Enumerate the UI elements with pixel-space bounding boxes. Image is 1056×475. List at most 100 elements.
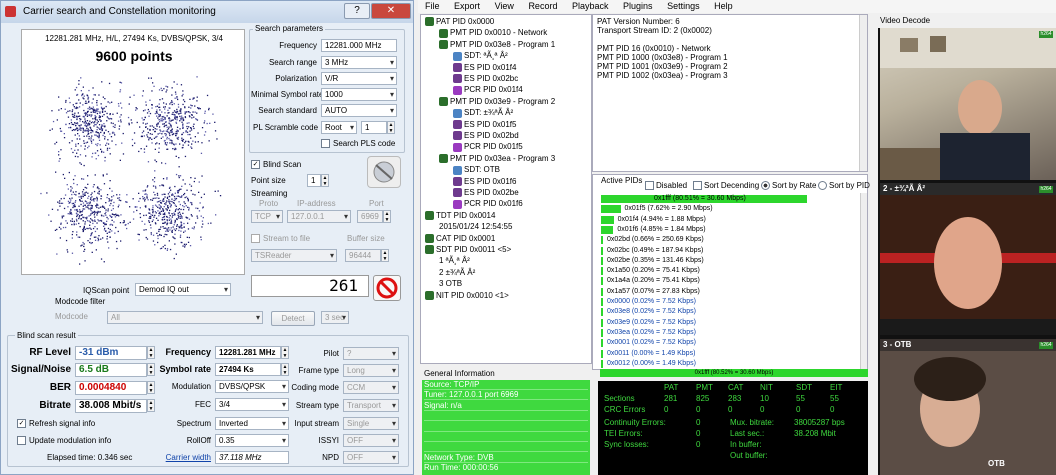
tree-node[interactable]: NIT PID 0x0010 <1> [425, 291, 509, 301]
tree-node[interactable]: CAT PID 0x0001 [425, 234, 495, 244]
tree-node[interactable]: SDT PID 0x0011 <5> [425, 245, 511, 255]
port-input[interactable]: 6969 [357, 210, 383, 223]
sort-desc-checkbox[interactable] [693, 181, 702, 190]
menu-record[interactable]: Record [528, 1, 557, 11]
menu-plugins[interactable]: Plugins [623, 1, 653, 11]
detect-button[interactable]: Detect [271, 311, 315, 326]
pid-row[interactable]: 0x01f5 (7.62% = 2.90 Mbps) [601, 204, 857, 214]
menu-file[interactable]: File [425, 1, 440, 11]
video-thumbnail-2[interactable]: 2 - ±¾ªÃ Â² h264 [880, 183, 1056, 335]
blind-scan-checkbox[interactable]: ✓ [251, 160, 260, 169]
modulation-select[interactable]: DVBS/QPSK [215, 380, 289, 393]
pid-row[interactable]: 0x03e8 (0.02% = 7.52 Kbps) [601, 307, 857, 317]
tree-node[interactable]: ES PID 0x02bc [453, 74, 518, 84]
tree-node[interactable]: PMT PID 0x03ea - Program 3 [439, 154, 555, 164]
buffer-input[interactable]: 96444 [345, 249, 381, 262]
update-modulation-checkbox[interactable] [17, 436, 26, 445]
menu-playback[interactable]: Playback [572, 1, 609, 11]
pids-disabled-checkbox[interactable] [645, 181, 654, 190]
refresh-signal-checkbox[interactable]: ✓ [17, 419, 26, 428]
tree-node[interactable]: 1 ªÃ¸ª Â² [439, 256, 470, 266]
tree-node[interactable]: SDT: OTB [453, 165, 500, 175]
npd-select[interactable]: OFF [343, 451, 399, 464]
stream-to-file-checkbox[interactable] [251, 234, 260, 243]
tree-node[interactable]: ES PID 0x01f4 [453, 63, 516, 73]
close-button[interactable]: ✕ [371, 3, 411, 19]
issyi-select[interactable]: OFF [343, 434, 399, 447]
pl-value-input[interactable]: 1 [361, 121, 387, 134]
tree-node[interactable]: 2015/01/24 12:54:55 [439, 222, 512, 232]
stop-button[interactable] [373, 275, 401, 301]
video-thumbnail-3[interactable]: 3 - OTB h264 OTB [880, 339, 1056, 475]
menu-help[interactable]: Help [714, 1, 733, 11]
pid-row[interactable]: 0x1a4a (0.20% = 75.41 Kbps) [601, 276, 857, 286]
pid-row[interactable]: 0x0011 (0.00% = 1.49 Kbps) [601, 349, 857, 359]
pid-row[interactable]: 0x0012 (0.00% = 1.49 Kbps) [601, 359, 857, 369]
coding-mode-select[interactable]: CCM [343, 381, 399, 394]
proto-select[interactable]: TCP [251, 210, 283, 223]
pl-mode-select[interactable]: Root [321, 121, 357, 134]
tree-node[interactable]: SDT: ªÃ¸ª Â² [453, 51, 508, 61]
pat-scrollbar[interactable] [859, 15, 867, 171]
min-sr-select[interactable]: 1000 [321, 88, 397, 101]
spectrum-select[interactable]: Inverted [215, 417, 289, 430]
result-frequency-spinner[interactable]: ▲ ▼ [281, 346, 289, 359]
pid-row[interactable]: 0x02bc (0.49% = 187.94 Kbps) [601, 246, 857, 256]
tree-node[interactable]: PCR PID 0x01f4 [453, 85, 523, 95]
menu-settings[interactable]: Settings [667, 1, 700, 11]
point-size-input[interactable]: 1 [307, 174, 321, 187]
pid-row[interactable]: 0x02bd (0.66% = 250.69 Kbps) [601, 235, 857, 245]
stream-type-select[interactable]: Transport [343, 399, 399, 412]
pid-row[interactable]: 0x03e9 (0.02% = 7.52 Kbps) [601, 318, 857, 328]
tree-node[interactable]: PMT PID 0x03e9 - Program 2 [439, 97, 555, 107]
pid-row[interactable]: 0x03ea (0.02% = 7.52 Kbps) [601, 328, 857, 338]
pid-row[interactable]: 0x01f6 (4.85% = 1.84 Mbps) [601, 225, 857, 235]
tree-node[interactable]: 2 ±¾ªÃ Â² [439, 268, 475, 278]
buffer-spinner[interactable]: ▲ ▼ [381, 249, 389, 262]
tree-node[interactable]: PMT PID 0x0010 - Network [439, 28, 547, 38]
tree-node[interactable]: TDT PID 0x0014 [425, 211, 495, 221]
pilot-select[interactable]: ? [343, 347, 399, 360]
point-size-spinner[interactable]: ▲ ▼ [321, 174, 329, 187]
standard-select[interactable]: AUTO [321, 104, 397, 117]
pid-row[interactable]: 0x0000 (0.02% = 7.52 Kbps) [601, 297, 857, 307]
tree-node[interactable]: PMT PID 0x03e8 - Program 1 [439, 40, 555, 50]
fec-select[interactable]: 3/4 [215, 398, 289, 411]
tree-node[interactable]: 3 OTB [439, 279, 462, 289]
tree-node[interactable]: PCR PID 0x01f5 [453, 142, 523, 152]
reader-select[interactable]: TSReader [251, 249, 337, 262]
menu-export[interactable]: Export [454, 1, 480, 11]
pid-row[interactable]: 0x1a57 (0.07% = 27.83 Kbps) [601, 287, 857, 297]
pid-row[interactable]: 0x1fff (80.51% = 30.60 Mbps) [601, 194, 857, 204]
pid-row[interactable]: 0x01f4 (4.94% = 1.88 Mbps) [601, 215, 857, 225]
frequency-input[interactable]: 12281.000 MHz [321, 39, 397, 52]
pid-row[interactable]: 0x0001 (0.02% = 7.52 Kbps) [601, 338, 857, 348]
video-thumbnail-1[interactable]: h264 [880, 28, 1056, 180]
iqscan-select[interactable]: Demod IQ out [135, 283, 231, 296]
menu-view[interactable]: View [495, 1, 514, 11]
pl-value-spinner[interactable]: ▲ ▼ [387, 121, 395, 134]
modcode-select[interactable]: All [107, 311, 263, 324]
carrier-width-link[interactable]: Carrier width [151, 453, 211, 462]
help-button[interactable]: ? [344, 3, 370, 19]
sort-rate-radio[interactable] [761, 181, 770, 190]
tree-node[interactable]: ES PID 0x02bd [453, 131, 519, 141]
search-pls-checkbox[interactable] [321, 139, 330, 148]
detect-seconds-select[interactable]: 3 sec [321, 311, 349, 324]
frame-type-select[interactable]: Long [343, 364, 399, 377]
tree-node[interactable]: ES PID 0x01f6 [453, 177, 516, 187]
polarization-select[interactable]: V/R [321, 72, 397, 85]
range-select[interactable]: 3 MHz [321, 56, 397, 69]
pid-row[interactable]: 0x02be (0.35% = 131.46 Kbps) [601, 256, 857, 266]
sort-pid-radio[interactable] [818, 181, 827, 190]
rolloff-select[interactable]: 0.35 [215, 434, 289, 447]
tree-node[interactable]: ES PID 0x01f5 [453, 120, 516, 130]
satellite-icon[interactable] [367, 156, 401, 188]
tree-node[interactable]: SDT: ±¾ªÃ Â² [453, 108, 513, 118]
pids-scrollbar[interactable] [860, 193, 867, 370]
tree-node[interactable]: ES PID 0x02be [453, 188, 519, 198]
port-spinner[interactable]: ▲ ▼ [383, 210, 391, 223]
input-stream-select[interactable]: Single [343, 417, 399, 430]
tree-node[interactable]: PAT PID 0x0000 [425, 17, 494, 27]
tree-node[interactable]: PCR PID 0x01f6 [453, 199, 523, 209]
